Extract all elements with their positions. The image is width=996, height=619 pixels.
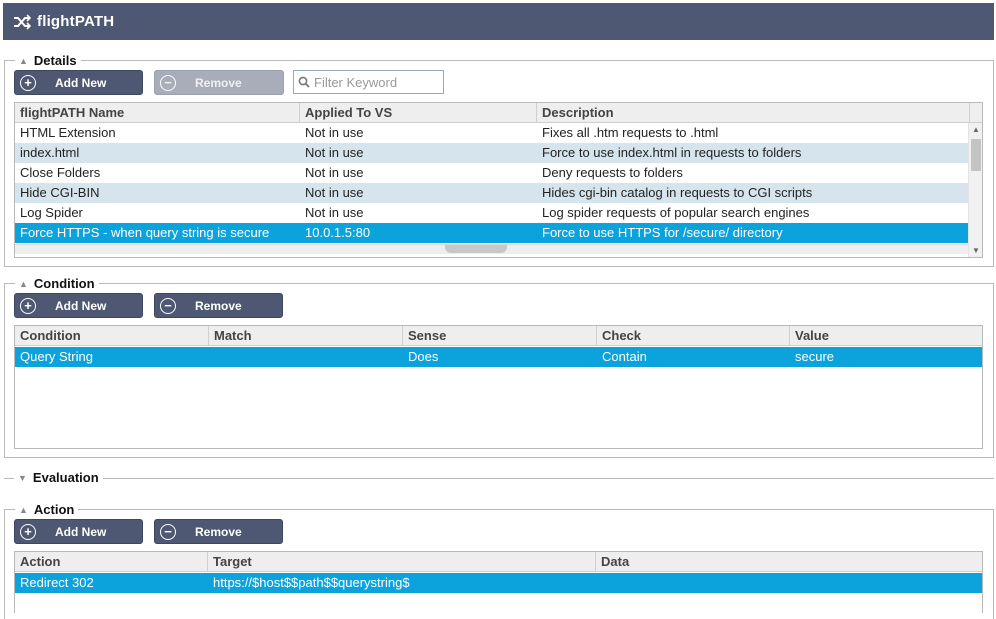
table-row-selected[interactable]: Query String Does Contain secure [15,347,982,367]
column-header-value[interactable]: Value [790,326,982,346]
details-table-header: flightPATH Name Applied To VS Descriptio… [15,103,982,123]
cell-description: Hides cgi-bin catalog in requests to CGI… [542,185,813,200]
scroll-up-icon[interactable]: ▲ [969,125,982,134]
cell-name: HTML Extension [20,125,116,140]
column-header-name[interactable]: flightPATH Name [15,103,300,123]
plus-circle-icon: + [20,74,36,91]
column-header-description[interactable]: Description [537,103,970,123]
app-titlebar: flightPATH [3,3,994,40]
table-row[interactable]: Close Folders Not in use Deny requests t… [15,163,982,183]
filter-keyword-input[interactable] [314,74,439,90]
column-header-action[interactable]: Action [15,552,208,572]
action-table-header: Action Target Data [15,552,982,572]
action-table: Action Target Data Redirect 302 https://… [14,551,983,613]
table-row-selected[interactable]: Redirect 302 https://$host$$path$$querys… [15,573,982,593]
plus-circle-icon: + [20,297,36,314]
condition-table: Condition Match Sense Check Value Query … [14,325,983,449]
column-header-match[interactable]: Match [209,326,403,346]
cell-description: Log spider requests of popular search en… [542,205,810,220]
cell-applied-vs: 10.0.1.5:80 [305,225,371,240]
cell-description: Deny requests to folders [542,165,683,180]
condition-add-new-label: Add New [55,299,107,313]
cell-description: Force to use HTTPS for /secure/ director… [542,225,783,240]
condition-remove-label: Remove [195,299,242,313]
horizontal-scrollbar[interactable] [15,244,968,254]
action-add-new-label: Add New [55,525,107,539]
condition-remove-button[interactable]: − Remove [154,293,283,318]
column-header-applied-vs[interactable]: Applied To VS [300,103,537,123]
column-header-target[interactable]: Target [208,552,596,572]
details-remove-label: Remove [195,76,242,90]
scroll-down-icon[interactable]: ▼ [969,246,982,255]
minus-circle-icon: − [160,523,176,540]
vertical-scrollbar[interactable]: ▲ ▼ [968,123,982,257]
evaluation-legend[interactable]: ▼ Evaluation [14,470,103,485]
search-icon [298,76,310,88]
cell-applied-vs: Not in use [305,205,364,220]
cell-name: Force HTTPS - when query string is secur… [20,225,270,240]
filter-keyword-field[interactable] [293,70,444,94]
condition-table-header: Condition Match Sense Check Value [15,326,982,346]
collapse-icon[interactable]: ▲ [19,505,28,515]
cell-applied-vs: Not in use [305,145,364,160]
app-title: flightPATH [37,13,115,30]
action-add-new-button[interactable]: + Add New [14,519,143,544]
details-remove-button[interactable]: − Remove [154,70,284,95]
plus-circle-icon: + [20,523,36,540]
evaluation-legend-label: Evaluation [32,470,99,485]
collapse-icon[interactable]: ▲ [19,279,28,289]
cell-applied-vs: Not in use [305,185,364,200]
condition-legend[interactable]: ▲ Condition [15,276,99,291]
table-row-selected[interactable]: Force HTTPS - when query string is secur… [15,223,968,243]
cell-description: Fixes all .htm requests to .html [542,125,719,140]
details-table: flightPATH Name Applied To VS Descriptio… [14,102,983,258]
action-legend[interactable]: ▲ Action [15,502,79,517]
details-add-new-label: Add New [55,76,107,90]
cell-name: Hide CGI-BIN [20,185,100,200]
cell-description: Force to use index.html in requests to f… [542,145,802,160]
details-add-new-button[interactable]: + Add New [14,70,143,95]
column-header-condition[interactable]: Condition [15,326,209,346]
action-legend-label: Action [33,502,75,517]
shuffle-icon [13,13,31,31]
cell-match [209,347,403,367]
table-row[interactable]: Hide CGI-BIN Not in use Hides cgi-bin ca… [15,183,982,203]
table-row[interactable]: HTML Extension Not in use Fixes all .htm… [15,123,982,143]
cell-sense: Does [408,349,439,364]
collapse-icon[interactable]: ▲ [19,56,28,66]
table-row[interactable]: Log Spider Not in use Log spider request… [15,203,982,223]
minus-circle-icon: − [160,74,176,91]
cell-name: Close Folders [20,165,101,180]
evaluation-section: ▼ Evaluation [4,470,994,485]
column-header-data[interactable]: Data [596,552,982,572]
cell-applied-vs: Not in use [305,165,364,180]
column-header-sense[interactable]: Sense [403,326,597,346]
action-remove-button[interactable]: − Remove [154,519,283,544]
scroll-thumb[interactable] [971,139,981,171]
cell-name: index.html [20,145,80,160]
minus-circle-icon: − [160,297,176,314]
cell-action: Redirect 302 [20,575,94,590]
cell-check: Contain [602,349,647,364]
cell-applied-vs: Not in use [305,125,364,140]
action-remove-label: Remove [195,525,242,539]
details-legend[interactable]: ▲ Details [15,53,81,68]
cell-condition: Query String [20,349,93,364]
column-header-check[interactable]: Check [597,326,790,346]
condition-legend-label: Condition [33,276,95,291]
cell-value: secure [795,349,835,364]
condition-add-new-button[interactable]: + Add New [14,293,143,318]
details-legend-label: Details [33,53,77,68]
cell-data [596,573,982,593]
table-row[interactable]: index.html Not in use Force to use index… [15,143,982,163]
cell-name: Log Spider [20,205,83,220]
cell-target: https://$host$$path$$querystring$ [213,575,410,590]
expand-icon[interactable]: ▼ [18,473,27,483]
resize-grip-icon[interactable] [445,245,507,253]
